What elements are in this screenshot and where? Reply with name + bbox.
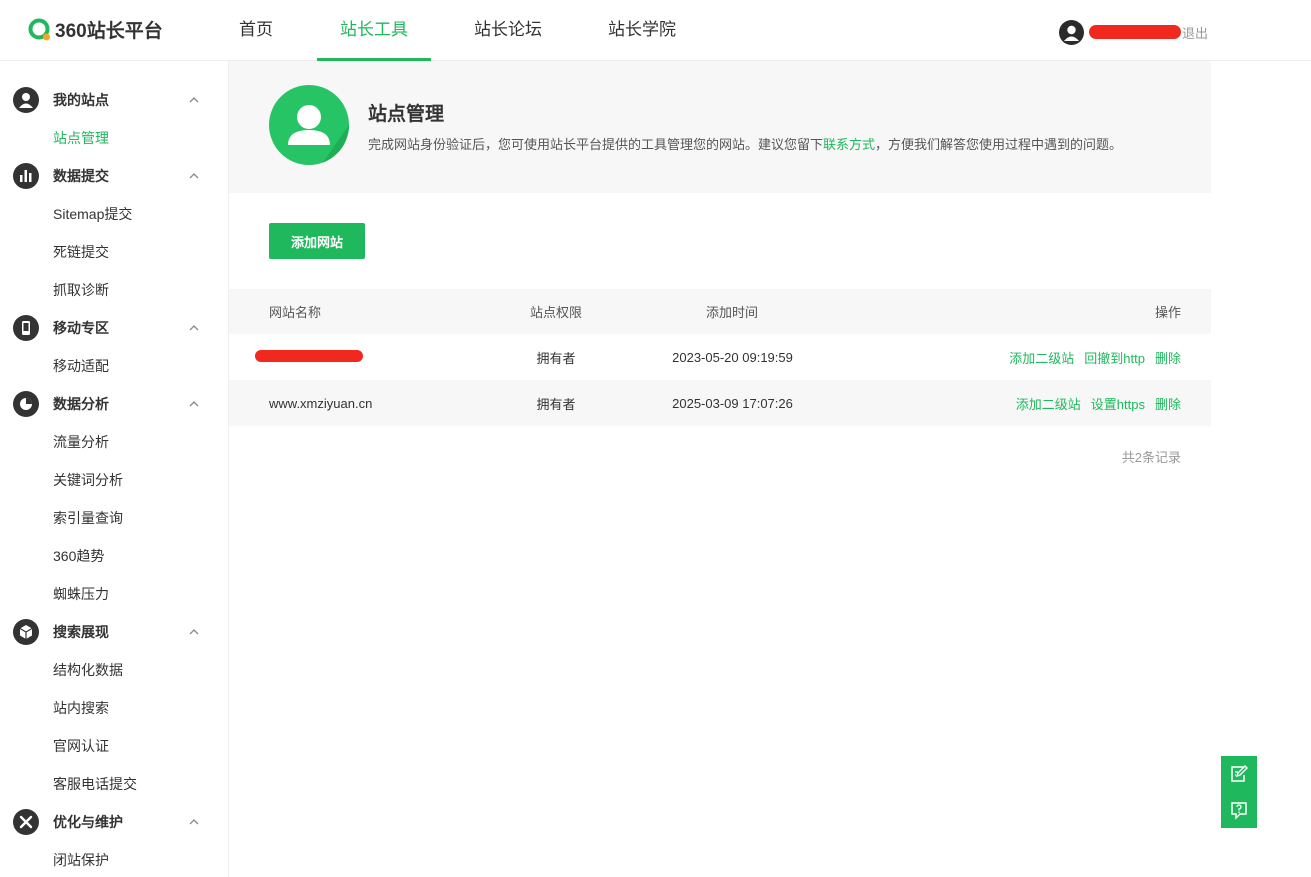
site-name-cell: www.xmziyuan.cn [269, 395, 373, 411]
sidebar-group-data-analysis[interactable]: 数据分析 [0, 385, 228, 423]
chevron-up-icon [189, 325, 199, 331]
site-ops-cell: 添加二级站 回撤到http 删除 [999, 334, 1181, 380]
bar-chart-icon [13, 163, 39, 189]
sidebar-group-title: 优化与维护 [53, 814, 123, 830]
site-time-cell: 2025-03-09 17:07:26 [672, 395, 793, 411]
nav-home[interactable]: 首页 [215, 0, 297, 61]
sidebar-item-site-search[interactable]: 站内搜索 [53, 698, 109, 718]
top-header: 360站长平台 首页 站长工具 站长论坛 站长学院 退出 [0, 0, 1311, 61]
col-header-perm: 站点权限 [529, 305, 582, 320]
sidebar-item-traffic[interactable]: 流量分析 [53, 432, 109, 452]
sidebar-group-data-submit[interactable]: 数据提交 [0, 157, 228, 195]
desc-text-1: 完成网站身份验证后，您可使用站长平台提供的工具管理您的网站。建议您留下 [368, 137, 824, 152]
site-ops-cell: 添加二级站 设置https 删除 [1006, 380, 1181, 426]
sidebar-item-service-phone[interactable]: 客服电话提交 [53, 774, 137, 794]
sidebar-item-mobile-adapt[interactable]: 移动适配 [53, 356, 109, 376]
sidebar-group-title: 我的站点 [53, 92, 109, 108]
site-table: 网站名称 站点权限 添加时间 操作 拥有者 2023-05-20 09:19:5… [229, 289, 1211, 426]
nav-webmaster-tools[interactable]: 站长工具 [317, 0, 431, 61]
add-site-button[interactable]: 添加网站 [269, 223, 365, 259]
site-name-cell [255, 334, 363, 380]
sidebar: 我的站点 站点管理 数据提交 Sitemap提交 死链提交 抓取诊断 移动专区 … [0, 61, 229, 877]
table-row: www.xmziyuan.cn 拥有者 2025-03-09 17:07:26 … [229, 380, 1211, 426]
page-title: 站点管理 [368, 104, 445, 125]
sidebar-item-site-management[interactable]: 站点管理 [53, 128, 109, 148]
sidebar-item-official-cert[interactable]: 官网认证 [53, 736, 109, 756]
user-area: 退出 [1059, 19, 1208, 45]
chevron-up-icon [189, 629, 199, 635]
site-perm-cell: 拥有者 [536, 396, 576, 412]
page-hero: 站点管理 完成网站身份验证后，您可使用站长平台提供的工具管理您的网站。建议您留下… [229, 61, 1211, 193]
sidebar-item-spider-pressure[interactable]: 蜘蛛压力 [53, 584, 109, 604]
col-header-time: 添加时间 [706, 305, 759, 320]
main-nav: 首页 站长工具 站长论坛 站长学院 [215, 0, 699, 61]
user-icon [13, 87, 39, 113]
help-icon[interactable] [1229, 800, 1249, 820]
col-header-ops: 操作 [1154, 305, 1181, 320]
nav-academy[interactable]: 站长学院 [585, 0, 699, 61]
site-perm-cell: 拥有者 [536, 350, 576, 366]
floating-toolbar [1221, 756, 1257, 828]
sidebar-group-mobile[interactable]: 移动专区 [0, 309, 228, 347]
sidebar-item-site-close-protect[interactable]: 闭站保护 [53, 850, 109, 870]
site-time-cell: 2023-05-20 09:19:59 [672, 349, 793, 365]
nav-forum[interactable]: 站长论坛 [451, 0, 565, 61]
add-subsite-link[interactable]: 添加二级站 [1009, 348, 1074, 367]
add-subsite-link[interactable]: 添加二级站 [1016, 394, 1081, 413]
col-header-name: 网站名称 [269, 305, 322, 320]
sidebar-item-structured-data[interactable]: 结构化数据 [53, 660, 123, 680]
sidebar-group-my-sites[interactable]: 我的站点 [0, 81, 228, 119]
contact-link[interactable]: 联系方式 [823, 137, 875, 152]
sidebar-group-search-display[interactable]: 搜索展现 [0, 613, 228, 651]
chevron-up-icon [189, 173, 199, 179]
sidebar-group-title: 搜索展现 [53, 624, 109, 640]
logo-ring-icon [28, 18, 50, 40]
redacted-site-name [255, 349, 363, 362]
tools-icon [13, 809, 39, 835]
sidebar-item-dead-link[interactable]: 死链提交 [53, 242, 109, 262]
hero-user-icon [269, 85, 349, 165]
chevron-up-icon [189, 401, 199, 407]
sidebar-group-title: 数据提交 [53, 168, 109, 184]
chevron-up-icon [189, 819, 199, 825]
sidebar-item-crawl-diagnosis[interactable]: 抓取诊断 [53, 280, 109, 300]
desc-text-2: ，方便我们解答您使用过程中遇到的问题。 [875, 137, 1123, 152]
delete-link[interactable]: 删除 [1155, 394, 1181, 413]
set-https-link[interactable]: 设置https [1091, 394, 1145, 413]
sidebar-group-title: 移动专区 [53, 320, 109, 336]
sidebar-item-keyword[interactable]: 关键词分析 [53, 470, 123, 490]
sidebar-item-sitemap[interactable]: Sitemap提交 [53, 204, 132, 224]
sidebar-group-title: 数据分析 [53, 396, 109, 412]
avatar[interactable] [1059, 19, 1084, 45]
feedback-edit-icon[interactable] [1229, 764, 1249, 784]
record-count: 共2条记录 [1121, 450, 1181, 465]
sidebar-item-index-query[interactable]: 索引量查询 [53, 508, 123, 528]
cube-icon [13, 619, 39, 645]
chevron-up-icon [189, 97, 199, 103]
table-row: 拥有者 2023-05-20 09:19:59 添加二级站 回撤到http 删除 [229, 334, 1211, 380]
mobile-icon [13, 315, 39, 341]
sidebar-item-360-trend[interactable]: 360趋势 [53, 546, 104, 566]
logo-text: 360站长平台 [55, 20, 163, 42]
revert-http-link[interactable]: 回撤到http [1084, 348, 1145, 367]
sidebar-group-optimize[interactable]: 优化与维护 [0, 803, 228, 841]
delete-link[interactable]: 删除 [1155, 348, 1181, 367]
page-description: 完成网站身份验证后，您可使用站长平台提供的工具管理您的网站。建议您留下联系方式，… [368, 134, 1122, 153]
table-header: 网站名称 站点权限 添加时间 操作 [229, 289, 1211, 334]
pie-chart-icon [13, 391, 39, 417]
logo[interactable]: 360站长平台 [27, 16, 163, 42]
redacted-username [1089, 25, 1181, 39]
user-icon [1064, 25, 1079, 41]
logout-link[interactable]: 退出 [1182, 23, 1208, 42]
